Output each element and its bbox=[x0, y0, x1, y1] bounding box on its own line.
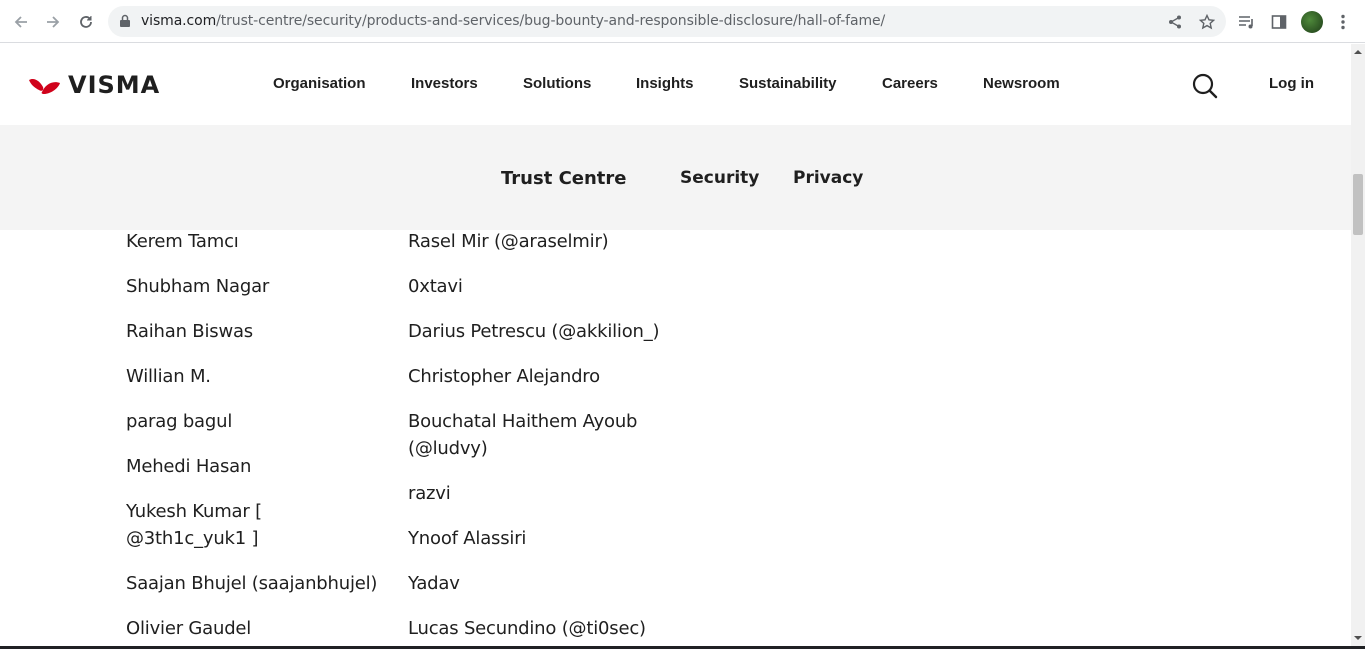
list-item: Ynoof Alassiri bbox=[408, 528, 527, 549]
trust-centre-subnav: Trust Centre Security Privacy bbox=[0, 125, 1351, 230]
browser-menu-button[interactable] bbox=[1332, 11, 1354, 33]
list-item: Shubham Nagar bbox=[126, 276, 270, 297]
playlist-icon bbox=[1239, 16, 1253, 29]
forward-arrow-icon bbox=[47, 16, 60, 28]
hall-of-fame-left-column: Kerem Tamcı Shubham Nagar Raihan Biswas … bbox=[126, 230, 386, 649]
profile-avatar[interactable] bbox=[1301, 11, 1323, 33]
nav-careers[interactable]: Careers bbox=[882, 75, 938, 95]
list-item: Raihan Biswas bbox=[126, 321, 253, 342]
list-item: Yukesh Kumar [ @3th1c_yuk1 ] bbox=[126, 501, 262, 549]
nav-organisation[interactable]: Organisation bbox=[273, 75, 366, 95]
site-search-button[interactable] bbox=[1191, 72, 1219, 100]
list-item: Kerem Tamcı bbox=[126, 231, 239, 252]
list-item: Willian M. bbox=[126, 366, 211, 387]
share-button[interactable] bbox=[1166, 13, 1184, 31]
site-header: VISMA Organisation Investors Solutions I… bbox=[0, 44, 1351, 125]
scroll-thumb[interactable] bbox=[1353, 174, 1363, 235]
subnav-trust-centre[interactable]: Trust Centre bbox=[501, 168, 627, 189]
list-item: Mehedi Hasan bbox=[126, 456, 252, 477]
media-control-button[interactable] bbox=[1236, 11, 1258, 33]
lock-icon bbox=[120, 14, 130, 27]
list-item: Christopher Alejandro bbox=[408, 366, 600, 387]
address-bar[interactable]: visma.com/trust-centre/security/products… bbox=[108, 6, 1226, 37]
back-button[interactable] bbox=[9, 10, 33, 34]
nav-newsroom[interactable]: Newsroom bbox=[983, 75, 1060, 95]
browser-toolbar: visma.com/trust-centre/security/products… bbox=[0, 0, 1365, 43]
list-item: 0xtavi bbox=[408, 276, 463, 297]
forward-button[interactable] bbox=[41, 10, 65, 34]
list-item: Bouchatal Haithem Ayoub (@ludvy) bbox=[408, 411, 638, 459]
nav-insights[interactable]: Insights bbox=[636, 75, 694, 95]
url-path: /trust-centre/security/products-and-serv… bbox=[216, 13, 886, 29]
list-item: Yadav bbox=[408, 573, 460, 594]
side-panel-icon bbox=[1271, 15, 1287, 29]
visma-logo-icon bbox=[29, 78, 60, 94]
star-icon bbox=[1199, 14, 1215, 30]
reload-icon bbox=[80, 16, 92, 28]
page-scrollbar[interactable] bbox=[1351, 44, 1365, 646]
logo-text: VISMA bbox=[68, 71, 161, 99]
list-item: Lucas Secundino (@ti0sec) bbox=[408, 618, 646, 639]
list-item: Olivier Gaudel bbox=[126, 618, 252, 639]
hall-of-fame-list: Kerem Tamcı Shubham Nagar Raihan Biswas … bbox=[0, 230, 1351, 649]
visma-logo[interactable]: VISMA bbox=[28, 71, 161, 99]
url-text: visma.com/trust-centre/security/products… bbox=[141, 13, 885, 29]
list-item: razvi bbox=[408, 483, 451, 504]
subnav-security[interactable]: Security bbox=[680, 168, 759, 188]
url-host: visma.com bbox=[141, 13, 217, 29]
side-panel-button[interactable] bbox=[1268, 11, 1290, 33]
nav-solutions[interactable]: Solutions bbox=[523, 75, 591, 95]
list-item: Rasel Mir (@araselmir) bbox=[408, 231, 609, 252]
scroll-up-arrow-icon[interactable] bbox=[1354, 48, 1362, 56]
nav-sustainability[interactable]: Sustainability bbox=[739, 75, 837, 95]
bookmark-button[interactable] bbox=[1198, 13, 1216, 31]
scroll-down-arrow-icon[interactable] bbox=[1354, 634, 1362, 642]
nav-investors[interactable]: Investors bbox=[411, 75, 478, 95]
search-icon bbox=[1192, 73, 1218, 99]
list-item: Darius Petrescu (@akkilion_) bbox=[408, 321, 660, 342]
subnav-privacy[interactable]: Privacy bbox=[793, 168, 863, 188]
back-arrow-icon bbox=[14, 16, 27, 28]
hall-of-fame-right-column: Rasel Mir (@araselmir) 0xtavi Darius Pet… bbox=[408, 230, 668, 649]
list-item: Saajan Bhujel (saajanbhujel) bbox=[126, 573, 378, 594]
more-vertical-icon bbox=[1341, 14, 1345, 30]
login-link[interactable]: Log in bbox=[1269, 75, 1314, 92]
list-item: parag bagul bbox=[126, 411, 233, 432]
share-icon bbox=[1169, 15, 1181, 29]
reload-button[interactable] bbox=[74, 10, 98, 34]
